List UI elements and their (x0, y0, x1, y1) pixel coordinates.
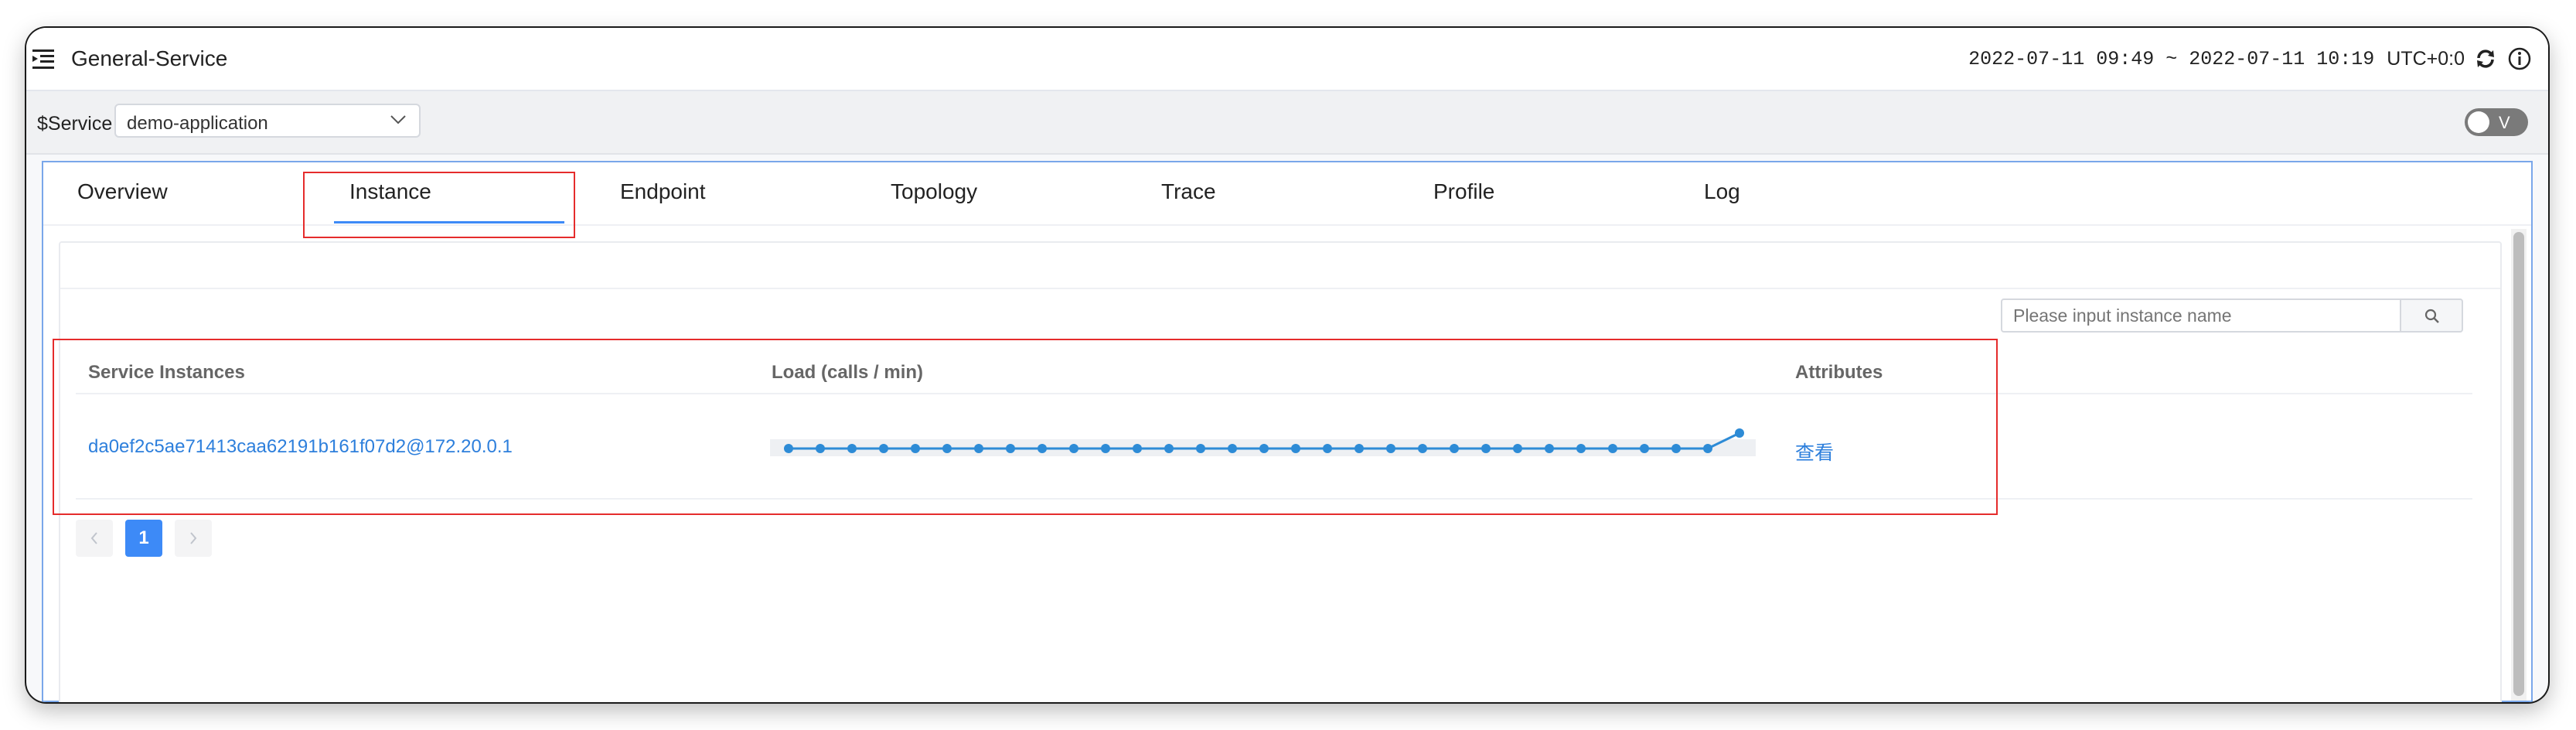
top-nav: General-Service 2022-07-11 09:49 ~ 2022-… (26, 28, 2548, 91)
next-page-button[interactable] (175, 520, 212, 557)
search-button[interactable] (2400, 298, 2463, 333)
chevron-right-icon (190, 532, 197, 544)
chevron-left-icon (90, 532, 97, 544)
tab-overview[interactable]: Overview (77, 179, 168, 204)
service-select-value: demo-application (127, 113, 268, 134)
tab-profile[interactable]: Profile (1433, 179, 1494, 204)
info-icon[interactable] (2506, 46, 2533, 72)
edit-toggle[interactable]: V (2465, 108, 2528, 136)
tab-endpoint[interactable]: Endpoint (620, 179, 706, 204)
tab-log[interactable]: Log (1704, 179, 1740, 204)
time-controls: 2022-07-11 09:49 ~ 2022-07-11 10:19 UTC+… (1968, 45, 2533, 73)
chevron-down-icon (390, 115, 406, 125)
app-window: General-Service 2022-07-11 09:49 ~ 2022-… (26, 28, 2548, 702)
panel-header (60, 243, 2500, 289)
service-label: $Service (37, 113, 113, 135)
instance-list-panel: Service Instances Load (calls / min) Att… (53, 241, 2502, 702)
toggle-label: V (2499, 113, 2510, 132)
page-title: General-Service (71, 46, 228, 70)
search-icon (2424, 309, 2439, 323)
refresh-icon[interactable] (2472, 46, 2499, 72)
prev-page-button[interactable] (76, 520, 113, 557)
toggle-knob (2468, 111, 2489, 133)
menu-fold-icon[interactable] (31, 48, 56, 71)
timezone: UTC+0:0 (2387, 47, 2465, 70)
page-1-button[interactable]: 1 (125, 520, 162, 557)
scrollbar-thumb[interactable] (2513, 232, 2524, 696)
dashboard-panel: Overview Instance Endpoint Topology Trac… (42, 161, 2533, 702)
table-highlight (53, 339, 1998, 515)
tab-topology[interactable]: Topology (891, 179, 977, 204)
tab-bar: Overview Instance Endpoint Topology Trac… (43, 162, 2531, 238)
service-toolbar: $Service demo-application V (26, 91, 2548, 155)
instance-search-input[interactable] (2001, 298, 2401, 333)
instance-tab-highlight (303, 172, 575, 238)
vertical-scrollbar[interactable] (2511, 229, 2527, 701)
service-select[interactable]: demo-application (114, 104, 421, 138)
time-range[interactable]: 2022-07-11 09:49 ~ 2022-07-11 10:19 (1968, 48, 2374, 70)
tab-trace[interactable]: Trace (1161, 179, 1216, 204)
